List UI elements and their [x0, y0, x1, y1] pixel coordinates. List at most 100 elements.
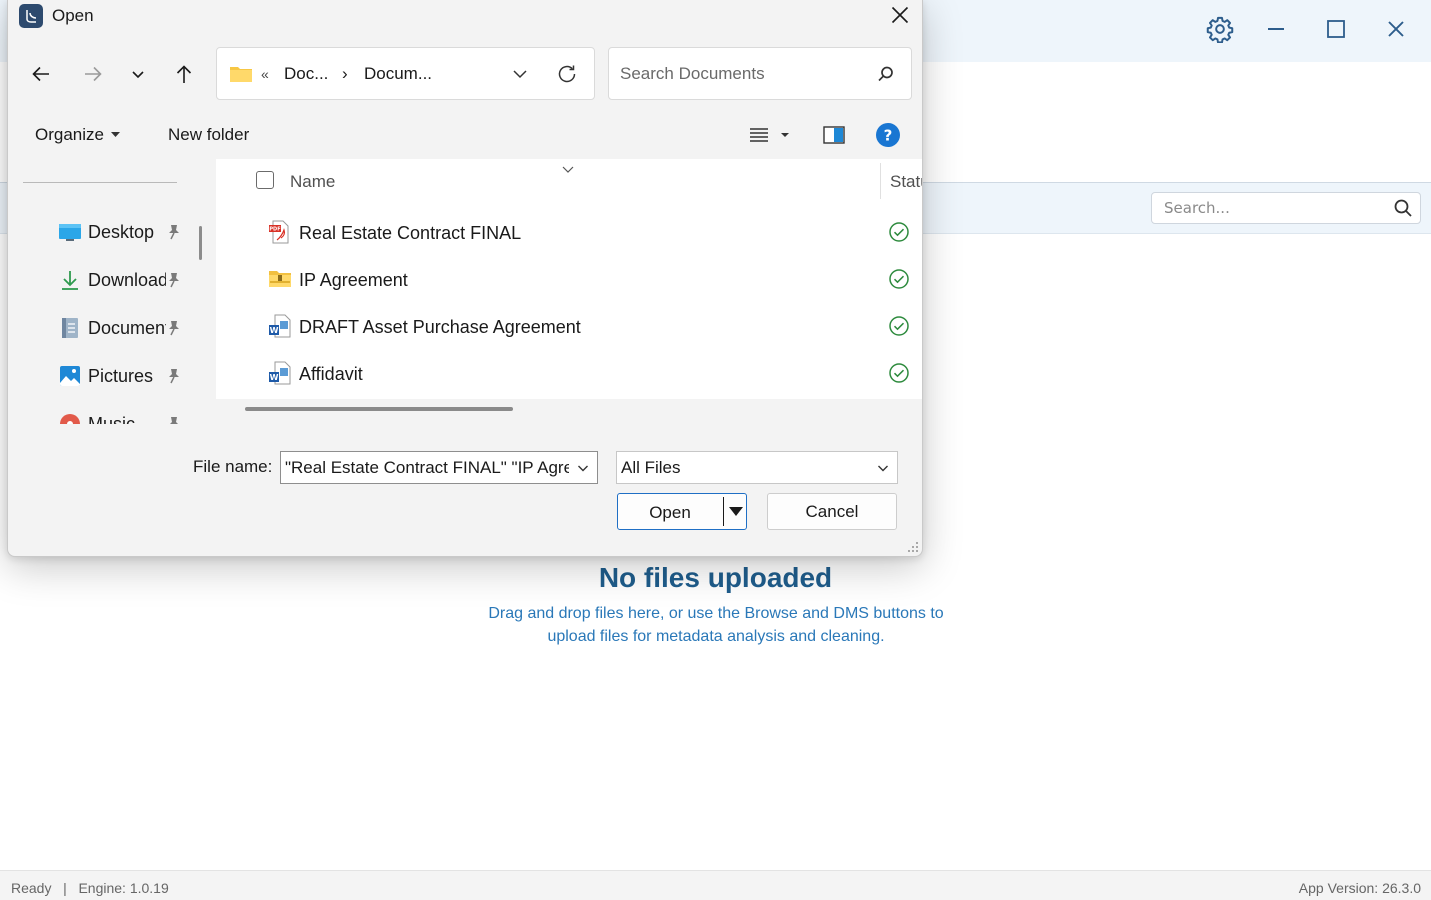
address-dropdown-button[interactable] — [505, 60, 535, 88]
file-type-value: All Files — [621, 457, 681, 477]
refresh-button[interactable] — [551, 59, 583, 89]
nav-item-desktop[interactable]: Desktop — [8, 214, 193, 250]
breadcrumb-item-2[interactable]: Docum... — [364, 64, 432, 84]
folder-icon — [229, 64, 253, 88]
caret-down-icon — [110, 132, 120, 137]
gear-icon — [1206, 16, 1234, 43]
download-icon — [58, 268, 82, 292]
command-bar: Organize New folder ? — [8, 112, 922, 158]
horizontal-scrollbar[interactable] — [216, 399, 922, 424]
address-overflow-chevrons[interactable]: « — [261, 66, 269, 82]
navigation-pane[interactable]: Desktop Downloads Documents Pictures — [8, 159, 208, 424]
close-icon — [1388, 21, 1404, 37]
nav-item-label: Music — [88, 414, 136, 424]
file-name-dropdown[interactable] — [569, 453, 597, 483]
new-folder-button[interactable]: New folder — [168, 125, 249, 145]
nav-separator — [23, 182, 177, 183]
nav-item-label: Downloads — [88, 270, 166, 290]
close-icon — [891, 6, 909, 24]
search-icon[interactable] — [1386, 193, 1420, 223]
chevron-down-icon — [132, 71, 144, 79]
nav-item-pictures[interactable]: Pictures — [8, 358, 193, 394]
search-icon[interactable] — [861, 54, 911, 94]
file-row[interactable]: PDF Real Estate Contract FINAL — [216, 209, 922, 255]
chevron-down-icon — [578, 465, 588, 471]
column-header-status[interactable]: Status — [890, 172, 922, 192]
breadcrumb-item-1[interactable]: Doc... — [284, 64, 328, 84]
close-app-button[interactable] — [1376, 9, 1416, 49]
file-type-select[interactable]: All Files — [616, 451, 898, 484]
dialog-search-input[interactable] — [609, 53, 861, 94]
file-name: Affidavit — [299, 364, 363, 384]
sync-ok-icon — [888, 221, 910, 243]
nav-scrollbar[interactable] — [199, 226, 202, 260]
file-name-label: File name: — [193, 457, 273, 476]
forward-button[interactable] — [75, 56, 111, 92]
column-headers: Name Status — [216, 159, 922, 203]
scrollbar-thumb[interactable] — [245, 407, 513, 411]
pin-icon[interactable] — [165, 271, 183, 289]
svg-text:PDF: PDF — [269, 227, 280, 233]
open-file-dialog: Open « Doc... › Docum... Search Document… — [7, 0, 923, 557]
file-name: Real Estate Contract FINAL — [299, 223, 522, 243]
svg-text:W: W — [270, 373, 279, 382]
open-button[interactable]: Open — [617, 493, 747, 530]
nav-item-documents[interactable]: Documents — [8, 310, 193, 346]
file-name-input[interactable] — [281, 452, 569, 483]
list-view-icon — [750, 128, 789, 142]
file-name: DRAFT Asset Purchase Agreement — [299, 317, 581, 337]
file-list[interactable]: Name Status PDF Real Estate Contract FIN… — [216, 159, 922, 424]
pin-icon[interactable] — [165, 415, 183, 424]
up-button[interactable] — [166, 56, 202, 92]
organize-menu[interactable]: Organize — [35, 125, 120, 145]
zip-folder-icon — [268, 267, 292, 291]
nav-item-label: Pictures — [88, 366, 154, 386]
split-divider — [723, 497, 724, 526]
status-bar: Ready | Engine: 1.0.19 App Version: 26.3… — [0, 870, 1431, 900]
back-button[interactable] — [23, 56, 59, 92]
preview-pane-icon — [823, 126, 845, 144]
dialog-titlebar: Open — [19, 3, 94, 29]
arrow-left-icon — [32, 66, 49, 82]
breadcrumb-separator[interactable]: › — [342, 64, 348, 84]
arrow-up-icon — [176, 65, 192, 83]
open-options-dropdown[interactable] — [725, 497, 746, 526]
word-file-icon: W — [268, 314, 292, 338]
nav-item-downloads[interactable]: Downloads — [8, 262, 193, 298]
app-version: App Version: 26.3.0 — [1298, 880, 1421, 896]
dialog-close-button[interactable] — [880, 0, 920, 30]
sync-ok-icon — [888, 268, 910, 290]
desktop-icon — [58, 220, 82, 244]
dialog-search-box — [608, 47, 912, 100]
resize-grip-icon[interactable] — [906, 540, 920, 554]
select-all-checkbox[interactable] — [256, 171, 274, 189]
pin-icon[interactable] — [165, 319, 183, 337]
caret-down-icon — [728, 507, 743, 516]
dialog-title: Open — [52, 6, 94, 25]
column-header-name[interactable]: Name — [290, 172, 335, 192]
preview-pane-button[interactable] — [819, 121, 849, 149]
cancel-button[interactable]: Cancel — [767, 493, 897, 530]
file-row[interactable]: W Affidavit — [216, 350, 922, 396]
word-file-icon: W — [268, 361, 292, 385]
pictures-icon — [58, 364, 82, 388]
file-row[interactable]: W DRAFT Asset Purchase Agreement — [216, 303, 922, 349]
view-options-button[interactable] — [743, 121, 797, 149]
file-row[interactable]: IP Agreement — [216, 256, 922, 302]
nav-item-label: Documents — [88, 318, 166, 338]
app-search-box — [1151, 192, 1421, 224]
nav-item-label: Desktop — [88, 222, 155, 242]
app-search-input[interactable] — [1152, 193, 1386, 223]
settings-button[interactable] — [1200, 9, 1240, 49]
pin-icon[interactable] — [165, 367, 183, 385]
sync-ok-icon — [888, 315, 910, 337]
minimize-button[interactable] — [1256, 9, 1296, 49]
pin-icon[interactable] — [165, 223, 183, 241]
recent-locations-button[interactable] — [120, 56, 156, 92]
minimize-icon — [1268, 28, 1284, 30]
nav-item-music[interactable]: Music — [8, 406, 193, 424]
column-divider[interactable] — [880, 163, 881, 199]
help-button[interactable]: ? — [873, 121, 903, 149]
maximize-button[interactable] — [1316, 9, 1356, 49]
address-bar[interactable]: « Doc... › Docum... — [216, 47, 595, 100]
